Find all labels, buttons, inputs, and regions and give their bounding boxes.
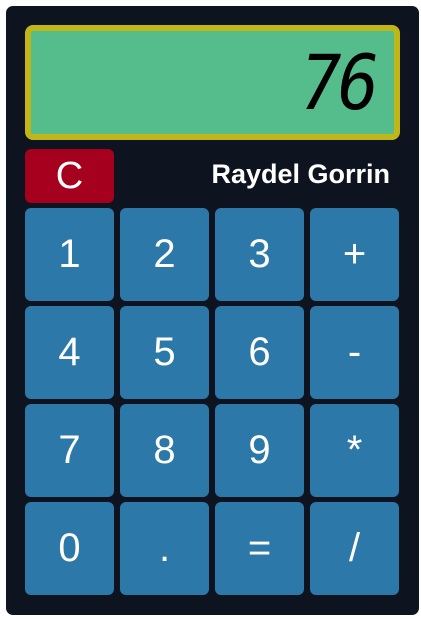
key-6[interactable]: 6: [215, 306, 304, 399]
calculator: 76 C Raydel Gorrin 1 2 3 + 4 5 6 - 7 8 9…: [6, 6, 419, 615]
key-7[interactable]: 7: [25, 404, 114, 497]
key-minus[interactable]: -: [310, 306, 399, 399]
key-4[interactable]: 4: [25, 306, 114, 399]
author-name: Raydel Gorrin: [211, 159, 390, 189]
key-2[interactable]: 2: [120, 208, 209, 301]
key-decimal[interactable]: .: [120, 502, 209, 595]
key-9[interactable]: 9: [215, 404, 304, 497]
display-value: 76: [300, 38, 380, 127]
key-multiply[interactable]: *: [310, 404, 399, 497]
key-8[interactable]: 8: [120, 404, 209, 497]
calculator-display: 76: [25, 25, 400, 140]
key-1[interactable]: 1: [25, 208, 114, 301]
keypad: 1 2 3 + 4 5 6 - 7 8 9 * 0 . = /: [25, 208, 401, 595]
key-0[interactable]: 0: [25, 502, 114, 595]
key-divide[interactable]: /: [310, 502, 399, 595]
key-5[interactable]: 5: [120, 306, 209, 399]
key-3[interactable]: 3: [215, 208, 304, 301]
key-plus[interactable]: +: [310, 208, 399, 301]
clear-button[interactable]: C: [25, 149, 114, 203]
key-equals[interactable]: =: [215, 502, 304, 595]
